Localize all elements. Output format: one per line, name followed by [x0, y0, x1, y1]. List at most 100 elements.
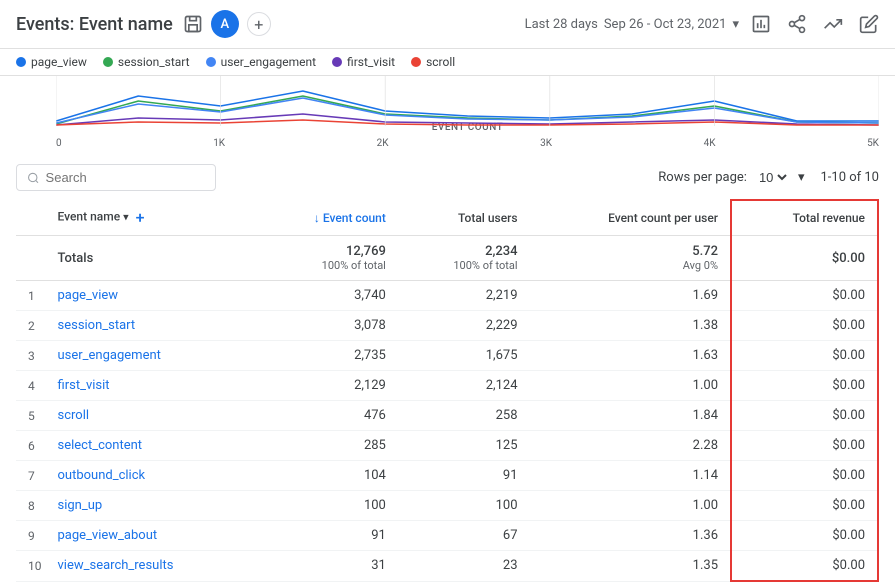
- search-icon: [27, 171, 40, 185]
- date-range-label: Last 28 days: [525, 17, 598, 32]
- row-rev-8: $0.00: [731, 491, 878, 521]
- search-box[interactable]: [16, 164, 216, 191]
- table-row: 6 select_content 285 125 2.28 $0.00: [16, 431, 878, 461]
- row-event-4[interactable]: first_visit: [46, 371, 255, 401]
- row-ecpu-2: 1.38: [530, 311, 731, 341]
- row-ec-2: 3,078: [255, 311, 398, 341]
- row-ecpu-7: 1.14: [530, 461, 731, 491]
- legend-label-scroll: scroll: [426, 55, 455, 69]
- row-num-2: 2: [16, 311, 46, 341]
- table-row: 2 session_start 3,078 2,229 1.38 $0.00: [16, 311, 878, 341]
- date-range-value: Sep 26 - Oct 23, 2021: [604, 17, 727, 32]
- share-icon[interactable]: [787, 14, 807, 34]
- row-rev-4: $0.00: [731, 371, 878, 401]
- table-row: 9 page_view_about 91 67 1.36 $0.00: [16, 521, 878, 551]
- row-event-8[interactable]: sign_up: [46, 491, 255, 521]
- row-ec-6: 285: [255, 431, 398, 461]
- row-ecpu-5: 1.84: [530, 401, 731, 431]
- row-ec-10: 31: [255, 551, 398, 582]
- table-row: 10 view_search_results 31 23 1.35 $0.00: [16, 551, 878, 582]
- row-ecpu-3: 1.63: [530, 341, 731, 371]
- search-input[interactable]: [46, 170, 205, 185]
- row-num-3: 3: [16, 341, 46, 371]
- col-header-event-count[interactable]: ↓ Event count: [255, 200, 398, 236]
- col-header-total-users[interactable]: Total users: [398, 200, 530, 236]
- chevron-down-icon: ▾: [798, 170, 805, 185]
- app-header: Events: Event name A + Last 28 days Sep …: [0, 0, 895, 49]
- add-dimension-button[interactable]: +: [136, 208, 145, 227]
- row-tu-3: 1,675: [398, 341, 530, 371]
- header-right: Last 28 days Sep 26 - Oct 23, 2021 ▾: [525, 14, 879, 34]
- table-row: 1 page_view 3,740 2,219 1.69 $0.00: [16, 281, 878, 311]
- legend-item-first-visit[interactable]: first_visit: [332, 55, 395, 69]
- rows-per-page-select[interactable]: 10 25 50: [755, 169, 790, 186]
- sort-icon: ▾: [123, 211, 129, 224]
- add-button[interactable]: +: [247, 12, 271, 36]
- legend-item-session-start[interactable]: session_start: [103, 55, 190, 69]
- row-event-6[interactable]: select_content: [46, 431, 255, 461]
- avatar[interactable]: A: [211, 10, 239, 38]
- row-rev-3: $0.00: [731, 341, 878, 371]
- legend-dot-user-engagement: [206, 57, 216, 67]
- legend-dot-session-start: [103, 57, 113, 67]
- row-ecpu-9: 1.36: [530, 521, 731, 551]
- row-event-9[interactable]: page_view_about: [46, 521, 255, 551]
- row-num-4: 4: [16, 371, 46, 401]
- legend-item-scroll[interactable]: scroll: [411, 55, 455, 69]
- row-tu-1: 2,219: [398, 281, 530, 311]
- legend-label-page-view: page_view: [31, 55, 87, 69]
- row-event-2[interactable]: session_start: [46, 311, 255, 341]
- legend-dot-scroll: [411, 57, 421, 67]
- legend-dot-page-view: [16, 57, 26, 67]
- chevron-down-icon: ▾: [732, 17, 739, 32]
- chart-svg: [56, 76, 879, 126]
- row-tu-5: 258: [398, 401, 530, 431]
- col-header-num: [16, 200, 46, 236]
- table-row: 4 first_visit 2,129 2,124 1.00 $0.00: [16, 371, 878, 401]
- row-ec-4: 2,129: [255, 371, 398, 401]
- table-row: 8 sign_up 100 100 1.00 $0.00: [16, 491, 878, 521]
- col-header-total-revenue[interactable]: Total revenue: [731, 200, 878, 236]
- row-tu-7: 91: [398, 461, 530, 491]
- row-rev-7: $0.00: [731, 461, 878, 491]
- legend-bar: page_view session_start user_engagement …: [0, 49, 895, 76]
- date-range-selector[interactable]: Last 28 days Sep 26 - Oct 23, 2021 ▾: [525, 17, 739, 32]
- edit-icon[interactable]: [859, 14, 879, 34]
- row-tu-9: 67: [398, 521, 530, 551]
- row-num-6: 6: [16, 431, 46, 461]
- header-left: Events: Event name A +: [16, 10, 271, 38]
- rows-per-page-control: Rows per page: 10 25 50 ▾: [658, 169, 804, 186]
- row-ec-5: 476: [255, 401, 398, 431]
- axis-label-3k: 3K: [540, 138, 552, 149]
- row-event-10[interactable]: view_search_results: [46, 551, 255, 582]
- row-event-1[interactable]: page_view: [46, 281, 255, 311]
- row-rev-5: $0.00: [731, 401, 878, 431]
- row-tu-10: 23: [398, 551, 530, 582]
- row-event-3[interactable]: user_engagement: [46, 341, 255, 371]
- row-ecpu-1: 1.69: [530, 281, 731, 311]
- row-ec-7: 104: [255, 461, 398, 491]
- row-ec-1: 3,740: [255, 281, 398, 311]
- legend-label-session-start: session_start: [118, 55, 190, 69]
- col-header-ecpu[interactable]: Event count per user: [530, 200, 731, 236]
- row-num-9: 9: [16, 521, 46, 551]
- report-icon[interactable]: [751, 14, 771, 34]
- table-row: 5 scroll 476 258 1.84 $0.00: [16, 401, 878, 431]
- table-row: 3 user_engagement 2,735 1,675 1.63 $0.00: [16, 341, 878, 371]
- row-rev-6: $0.00: [731, 431, 878, 461]
- axis-label-5k: 5K: [867, 138, 879, 149]
- totals-label: Totals: [46, 236, 255, 281]
- save-icon[interactable]: [183, 14, 203, 34]
- row-num-10: 10: [16, 551, 46, 582]
- row-ec-9: 91: [255, 521, 398, 551]
- totals-row: Totals 12,769 100% of total 2,234 100% o…: [16, 236, 878, 281]
- trend-icon[interactable]: [823, 14, 843, 34]
- totals-ecpu: 5.72 Avg 0%: [530, 236, 731, 281]
- legend-item-user-engagement[interactable]: user_engagement: [206, 55, 316, 69]
- legend-item-page-view[interactable]: page_view: [16, 55, 87, 69]
- col-header-event-name[interactable]: Event name ▾ +: [46, 200, 255, 236]
- row-event-5[interactable]: scroll: [46, 401, 255, 431]
- row-event-7[interactable]: outbound_click: [46, 461, 255, 491]
- totals-spacer: [16, 236, 46, 281]
- legend-label-first-visit: first_visit: [347, 55, 395, 69]
